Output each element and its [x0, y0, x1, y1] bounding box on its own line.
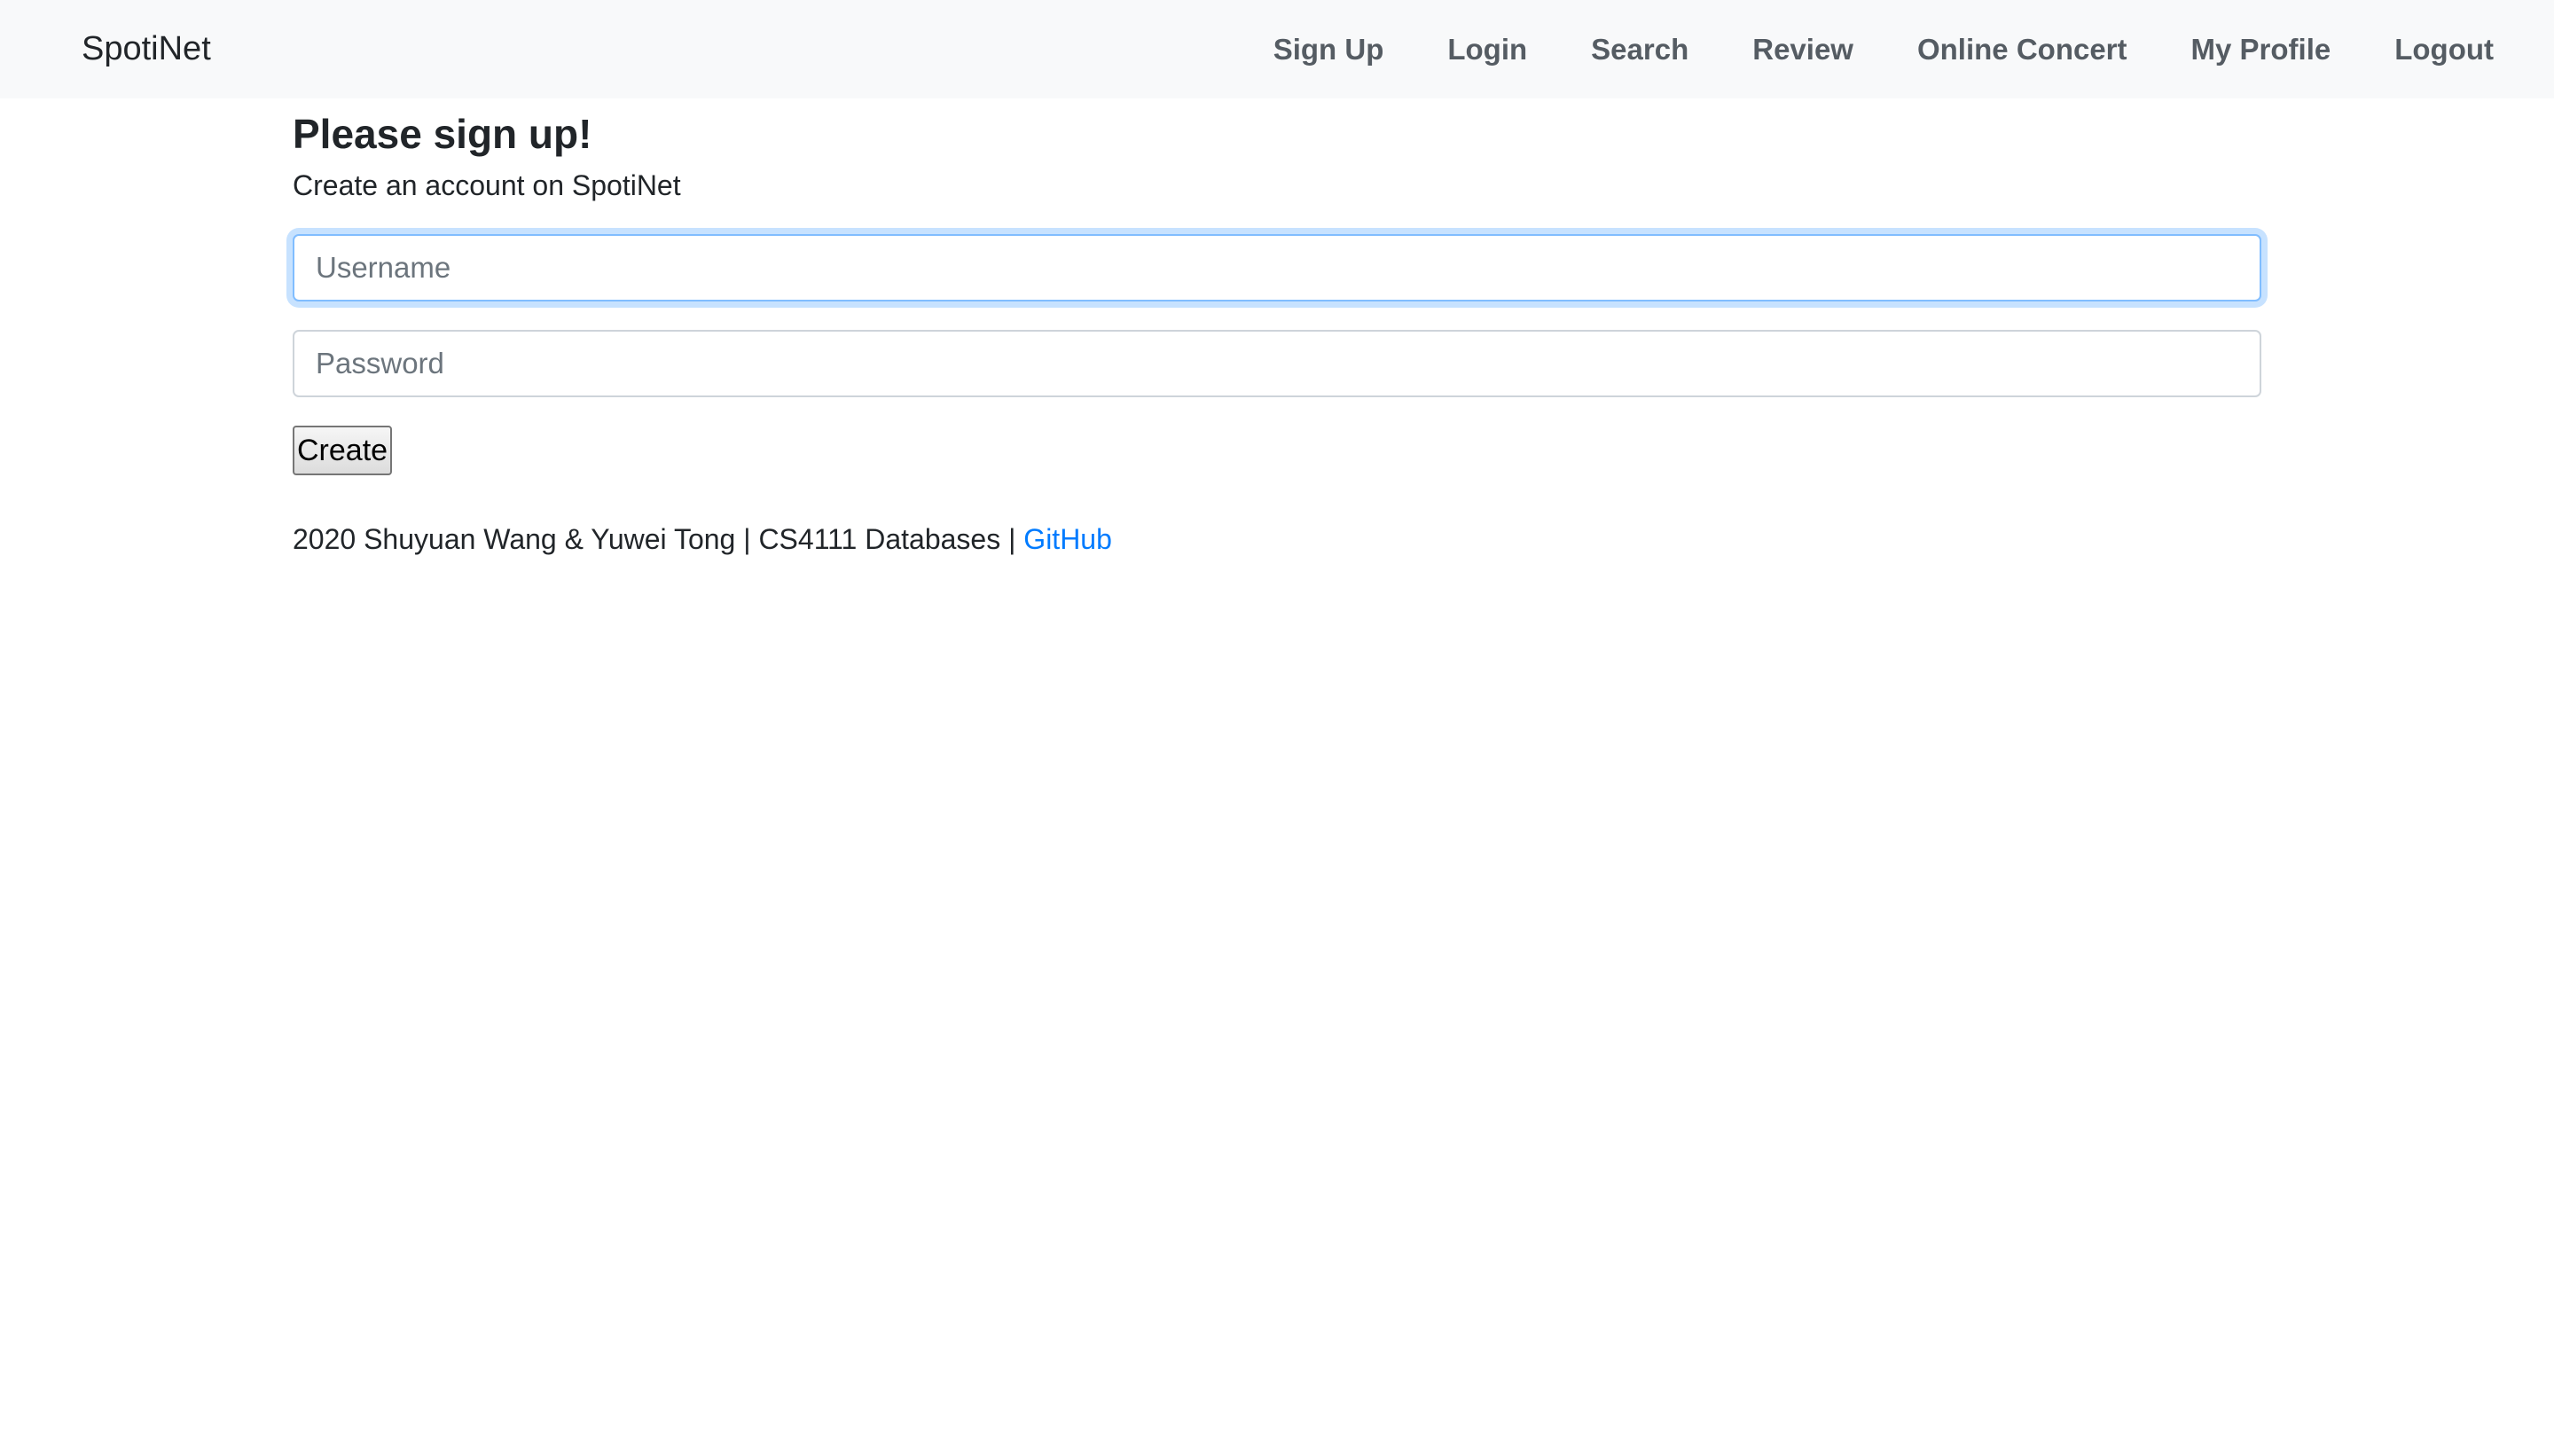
nav-link-review[interactable]: Review — [1752, 33, 1853, 67]
username-input[interactable] — [293, 234, 2261, 301]
password-input[interactable] — [293, 330, 2261, 397]
page-subtitle: Create an account on SpotiNet — [293, 169, 681, 201]
nav-link-logout[interactable]: Logout — [2394, 33, 2494, 67]
top-navbar: SpotiNet Sign Up Login Search Review Onl… — [0, 0, 2554, 98]
brand-logo-link[interactable]: SpotiNet — [82, 0, 211, 98]
nav-link-sign-up[interactable]: Sign Up — [1273, 33, 1384, 67]
nav-link-online-concert[interactable]: Online Concert — [1917, 33, 2127, 67]
create-button[interactable]: Create — [293, 426, 393, 475]
nav-link-login[interactable]: Login — [1447, 33, 1527, 67]
footer-text: 2020 Shuyuan Wang & Yuwei Tong | CS4111 … — [293, 523, 1024, 555]
github-link[interactable]: GitHub — [1023, 523, 1112, 555]
nav-links: Sign Up Login Search Review Online Conce… — [1273, 0, 2494, 98]
nav-link-my-profile[interactable]: My Profile — [2191, 33, 2331, 67]
nav-link-search[interactable]: Search — [1591, 33, 1688, 67]
page-title: Please sign up! — [293, 111, 592, 157]
footer: 2020 Shuyuan Wang & Yuwei Tong | CS4111 … — [293, 520, 1112, 559]
